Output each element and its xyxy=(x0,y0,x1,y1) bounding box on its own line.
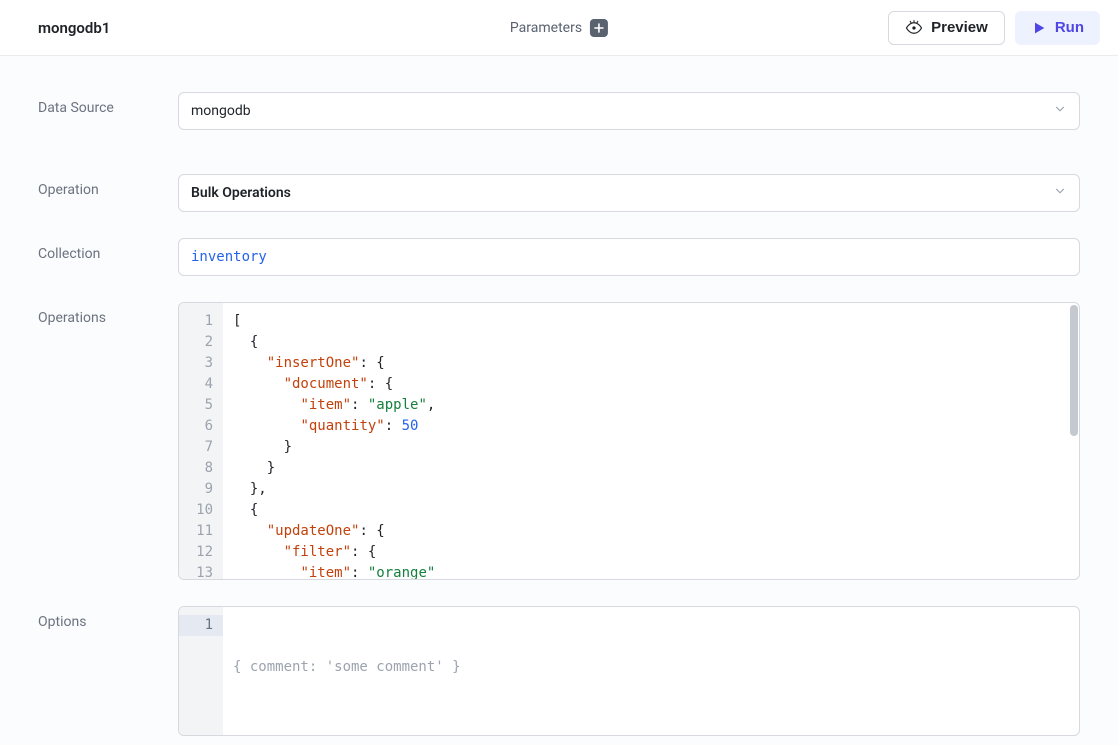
collection-label: Collection xyxy=(38,238,178,262)
scrollbar-thumb[interactable] xyxy=(1070,305,1078,436)
options-line-number: 1 xyxy=(179,615,223,636)
operations-editor[interactable]: 12345678910111213 [ { "insertOne": { "do… xyxy=(178,302,1080,580)
operation-select[interactable]: Bulk Operations xyxy=(178,174,1080,212)
parameters-label: Parameters xyxy=(510,20,582,36)
operations-gutter: 12345678910111213 xyxy=(179,303,223,579)
options-code[interactable]: { comment: 'some comment' } xyxy=(223,607,1079,735)
run-label: Run xyxy=(1055,19,1084,36)
datasource-value: mongodb xyxy=(191,103,251,119)
datasource-select[interactable]: mongodb xyxy=(178,92,1080,130)
operations-scrollbar[interactable] xyxy=(1070,305,1078,577)
collection-value: inventory xyxy=(191,249,267,265)
chevron-down-icon xyxy=(1053,184,1067,202)
plus-icon xyxy=(594,23,604,33)
operation-label: Operation xyxy=(38,174,178,198)
add-parameter-button[interactable] xyxy=(590,19,608,37)
datasource-label: Data Source xyxy=(38,92,178,116)
options-placeholder: { comment: 'some comment' } xyxy=(233,659,461,675)
preview-button[interactable]: Preview xyxy=(888,11,1005,45)
operations-code[interactable]: [ { "insertOne": { "document": { "item":… xyxy=(223,303,1079,579)
run-button[interactable]: Run xyxy=(1015,11,1100,45)
parameters-group: Parameters xyxy=(510,19,608,37)
top-bar: mongodb1 Parameters Preview Run xyxy=(0,0,1118,56)
options-gutter: 1 xyxy=(179,607,223,735)
collection-input[interactable]: inventory xyxy=(178,238,1080,276)
content-area: Data Source mongodb Operation Bulk Opera… xyxy=(0,56,1118,736)
options-label: Options xyxy=(38,606,178,630)
options-editor[interactable]: 1 { comment: 'some comment' } xyxy=(178,606,1080,736)
eye-icon xyxy=(905,19,923,37)
chevron-down-icon xyxy=(1053,102,1067,120)
preview-label: Preview xyxy=(931,19,988,36)
query-title: mongodb1 xyxy=(38,19,110,37)
operation-value: Bulk Operations xyxy=(191,185,291,201)
operations-label: Operations xyxy=(38,302,178,326)
play-icon xyxy=(1031,20,1047,36)
